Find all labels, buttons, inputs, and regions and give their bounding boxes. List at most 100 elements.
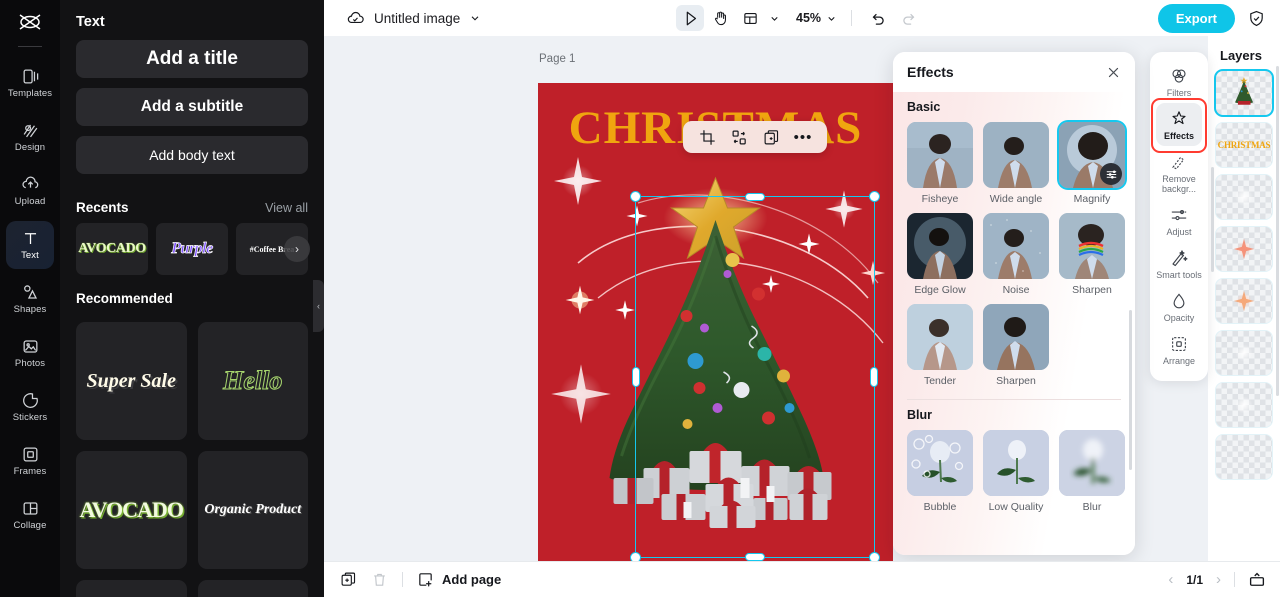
recent-item[interactable]: Purple	[156, 223, 228, 275]
resize-handle-bottom[interactable]	[745, 553, 765, 561]
effects-scrollbar[interactable]	[1129, 310, 1132, 470]
resize-handle-top-left[interactable]	[630, 191, 641, 202]
recents-next-arrow-icon[interactable]: ›	[284, 236, 310, 262]
delete-page-icon[interactable]	[371, 571, 388, 588]
effects-panel-header: Effects	[893, 52, 1135, 92]
layer-thumbnail-empty[interactable]	[1216, 435, 1272, 479]
effect-item-tender[interactable]: Tender	[907, 304, 973, 387]
effect-thumbnail	[907, 430, 973, 496]
layer-thumbnail-sparkle-3[interactable]	[1216, 279, 1272, 323]
sidebar-item-shapes[interactable]: Shapes	[6, 275, 54, 323]
duplicate-page-icon[interactable]	[340, 571, 357, 588]
effect-thumbnail	[1059, 213, 1125, 279]
layout-tool-button[interactable]	[736, 5, 764, 31]
close-icon[interactable]	[1106, 65, 1121, 80]
add-page-label: Add page	[442, 572, 502, 587]
tool-arrange[interactable]: Arrange	[1156, 328, 1202, 371]
tool-smart-tools[interactable]: Smart tools	[1156, 242, 1202, 285]
sidebar-item-stickers[interactable]: Stickers	[6, 383, 54, 431]
page-label: Page 1	[539, 53, 576, 65]
effect-item-bubble[interactable]: Bubble	[907, 430, 973, 513]
panel-collapse-handle[interactable]: ‹	[313, 280, 324, 332]
effect-item-blur[interactable]: Blur	[1059, 430, 1125, 513]
sidebar-item-collage[interactable]: Collage	[6, 491, 54, 539]
effect-item-noise[interactable]: Noise	[983, 213, 1049, 296]
duplicate-icon[interactable]	[758, 124, 784, 150]
recommended-item[interactable]: Super Sale	[76, 322, 187, 440]
effect-settings-icon[interactable]	[1100, 163, 1122, 185]
tool-adjust[interactable]: Adjust	[1156, 199, 1202, 242]
layer-text-label: CHRISTMAS	[1217, 140, 1271, 150]
sidebar-item-templates[interactable]: Templates	[6, 59, 54, 107]
sidebar-item-upload[interactable]: Upload	[6, 167, 54, 215]
effects-panel-title: Effects	[907, 64, 954, 80]
resize-handle-bottom-right[interactable]	[869, 552, 880, 561]
layer-thumbnail-sparkle-4[interactable]	[1216, 331, 1272, 375]
hand-tool-button[interactable]	[706, 5, 734, 31]
export-button[interactable]: Export	[1157, 3, 1235, 33]
resize-handle-top-right[interactable]	[869, 191, 880, 202]
selection-bounding-box[interactable]	[630, 191, 880, 561]
document-title: Untitled image	[374, 10, 461, 26]
layout-chevron-down-icon[interactable]	[766, 5, 782, 31]
recent-item[interactable]: AVOCADO	[76, 223, 148, 275]
recommended-item[interactable]: Organic Product	[197, 451, 308, 569]
layer-thumbnail-sparkle-5[interactable]	[1216, 383, 1272, 427]
effects-panel-body[interactable]: Basic Fisheye Wide angle Magnify Edge Gl…	[893, 92, 1135, 555]
add-page-button[interactable]: Add page	[417, 571, 501, 588]
add-body-text-button[interactable]: Add body text	[76, 136, 308, 174]
layer-thumbnail-sparkle-2[interactable]	[1216, 227, 1272, 271]
select-tool-button[interactable]	[676, 5, 704, 31]
sidebar-item-frames[interactable]: Frames	[6, 437, 54, 485]
tool-effects[interactable]: Effects	[1156, 103, 1202, 146]
recommended-grid: Super Sale Hello AVOCADO Organic Product	[60, 314, 324, 597]
top-tools-group: 45%	[676, 5, 922, 31]
layer-thumbnail-christmas-text[interactable]: CHRISTMAS	[1216, 123, 1272, 167]
more-icon[interactable]: •••	[790, 124, 816, 150]
add-title-button[interactable]: Add a title	[76, 40, 308, 78]
resize-handle-top[interactable]	[745, 193, 765, 201]
layer-thumbnail-christmas-tree[interactable]	[1216, 71, 1272, 115]
tool-remove-background[interactable]: Remove backgr...	[1156, 146, 1202, 199]
zoom-level: 45%	[796, 11, 822, 25]
effect-item-sharpen-rgb[interactable]: Sharpen	[1059, 213, 1125, 296]
resize-handle-bottom-left[interactable]	[630, 552, 641, 561]
effect-item-fisheye[interactable]: Fisheye	[907, 122, 973, 205]
resize-handle-left[interactable]	[632, 367, 640, 387]
effect-item-edge-glow[interactable]: Edge Glow	[907, 213, 973, 296]
recent-item-label: Purple	[171, 240, 214, 258]
layer-thumbnail-sparkle-1[interactable]	[1216, 175, 1272, 219]
tool-opacity[interactable]: Opacity	[1156, 285, 1202, 328]
recommended-item[interactable]: AVOCADO	[76, 451, 187, 569]
sidebar-item-photos[interactable]: Photos	[6, 329, 54, 377]
document-name[interactable]: Untitled image	[346, 9, 481, 28]
tool-filters[interactable]: Filters	[1156, 60, 1202, 103]
effect-item-sharpen[interactable]: Sharpen	[983, 304, 1049, 387]
add-subtitle-button[interactable]: Add a subtitle	[76, 88, 308, 126]
resize-handle-right[interactable]	[870, 367, 878, 387]
selection-floating-toolbar: •••	[683, 121, 827, 153]
prev-page-icon[interactable]: ‹	[1168, 571, 1173, 588]
effect-item-magnify[interactable]: Magnify	[1059, 122, 1125, 205]
recents-view-all-link[interactable]: View all	[265, 201, 308, 215]
capcut-logo[interactable]	[0, 0, 60, 44]
recommended-item[interactable]	[76, 580, 187, 597]
layers-scrollbar[interactable]	[1276, 66, 1279, 396]
effect-item-wide-angle[interactable]: Wide angle	[983, 122, 1049, 205]
replace-icon[interactable]	[726, 124, 752, 150]
effect-label: Magnify	[1073, 193, 1111, 205]
effect-item-low-quality[interactable]: Low Quality	[983, 430, 1049, 513]
present-icon[interactable]	[1248, 571, 1266, 589]
next-page-icon[interactable]: ›	[1216, 571, 1221, 588]
shield-check-icon[interactable]	[1247, 9, 1266, 28]
redo-button[interactable]	[894, 5, 922, 31]
sidebar-item-design[interactable]: Design	[6, 113, 54, 161]
zoom-chevron-down-icon[interactable]	[823, 5, 839, 31]
recommended-item[interactable]	[197, 580, 308, 597]
crop-icon[interactable]	[694, 124, 720, 150]
tool-rail-scrollbar[interactable]	[1211, 167, 1214, 272]
chevron-down-icon[interactable]	[469, 12, 481, 24]
undo-button[interactable]	[864, 5, 892, 31]
recommended-item[interactable]: Hello	[197, 322, 308, 440]
sidebar-item-text[interactable]: Text	[6, 221, 54, 269]
